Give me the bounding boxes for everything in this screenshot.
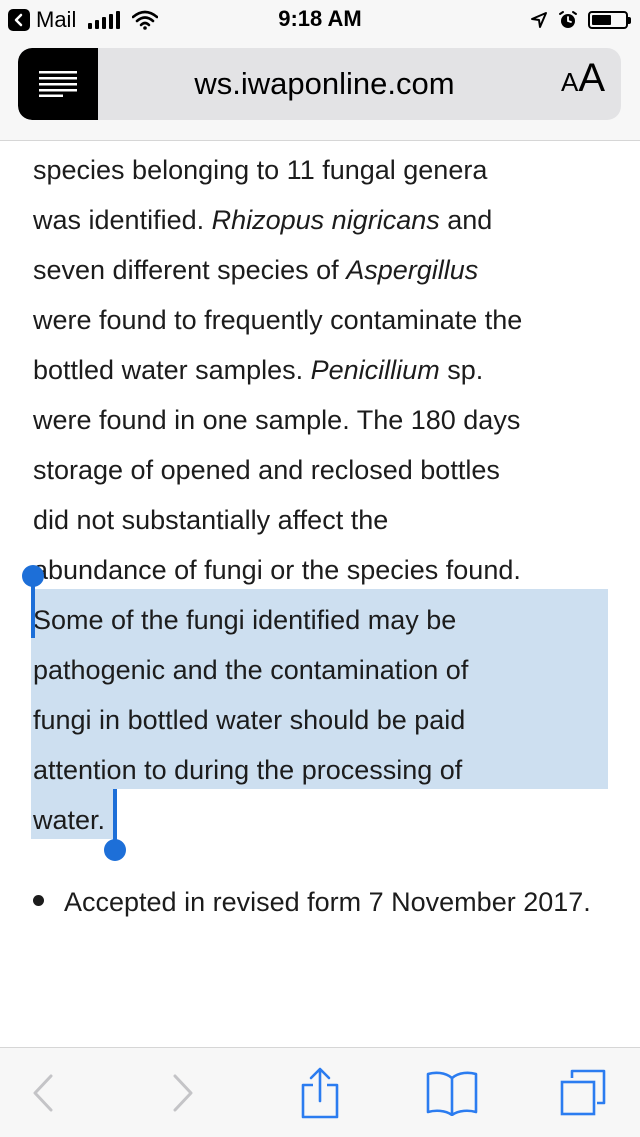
bottom-toolbar	[0, 1047, 640, 1137]
text-run: was identified.	[33, 205, 212, 235]
back-chevron-icon	[8, 9, 30, 31]
bookmarks-button[interactable]	[417, 1048, 487, 1137]
text-run: seven different species of	[33, 255, 347, 285]
text-run: abundance of fungi or the species found.	[33, 555, 521, 585]
text-run: attention to during the processing of	[33, 755, 463, 785]
forward-button[interactable]	[148, 1048, 218, 1137]
article-line: pathogenic and the contamination of	[33, 645, 613, 695]
article-line: seven different species of Aspergillus	[33, 245, 613, 295]
wifi-icon	[132, 10, 159, 30]
article-line: species belonging to 11 fungal genera	[33, 145, 613, 195]
text-run: fungi in bottled water should be paid	[33, 705, 466, 735]
article-line: were found to frequently contaminate the	[33, 295, 613, 345]
status-bar: Mail 9:18 AM	[0, 0, 640, 40]
italic-species-name: Aspergillus	[346, 255, 479, 285]
text-run: Some of the fungi identified may be	[33, 605, 457, 635]
text-run: did not substantially affect the	[33, 505, 389, 535]
article-content[interactable]: species belonging to 11 fungal genera was…	[0, 141, 640, 1046]
battery-icon	[588, 11, 631, 29]
text-run: and	[439, 205, 493, 235]
article-line: did not substantially affect the	[33, 495, 613, 545]
article-line: was identified. Rhizopus nigricans and	[33, 195, 613, 245]
text-run: were found to frequently contaminate the	[33, 305, 523, 335]
text-run: sp.	[439, 355, 484, 385]
tabs-button[interactable]	[548, 1048, 618, 1137]
back-to-app-button[interactable]: Mail	[8, 6, 159, 34]
back-button[interactable]	[8, 1048, 78, 1137]
article-line: were found in one sample. The 180 days	[33, 395, 613, 445]
bullet-dot	[33, 895, 44, 907]
text-size-small-label: A	[560, 67, 579, 97]
battery-level	[592, 15, 612, 25]
text-size-large-label: A	[578, 56, 605, 100]
text-run: pathogenic and the contamination of	[33, 655, 469, 685]
status-right-icons	[530, 8, 631, 32]
back-arrow-icon	[33, 1074, 53, 1111]
url-text[interactable]: ws.iwaponline.com	[98, 48, 551, 120]
cellular-signal-icon	[88, 11, 121, 29]
alarm-clock-icon	[558, 10, 578, 30]
bullet-text: Accepted in revised form 7 November 2017…	[64, 887, 591, 917]
article-line: storage of opened and reclosed bottles	[33, 445, 613, 495]
bookmarks-icon	[426, 1071, 478, 1116]
selection-end-handle[interactable]	[104, 839, 126, 861]
article-line: Some of the fungi identified may be	[33, 595, 613, 645]
text-run: bottled water samples.	[33, 355, 311, 385]
selection-start-handle[interactable]	[22, 565, 44, 587]
share-icon	[301, 1067, 339, 1118]
article-line: fungi in bottled water should be paid	[33, 695, 613, 745]
share-button[interactable]	[285, 1048, 355, 1137]
reader-view-button[interactable]	[18, 48, 98, 120]
text-run: were found in one sample. The 180 days	[33, 405, 521, 435]
forward-arrow-icon	[173, 1074, 193, 1111]
article-line: attention to during the processing of	[33, 745, 613, 795]
text-run: water.	[33, 805, 106, 835]
list-item: Accepted in revised form 7 November 2017…	[33, 877, 613, 927]
address-bar[interactable]: ws.iwaponline.com A A	[18, 48, 621, 120]
italic-species-name: Penicillium	[310, 355, 440, 385]
text-size-button[interactable]: A A	[561, 56, 605, 112]
text-run: species belonging to 11 fungal genera	[33, 155, 488, 185]
article-line: bottled water samples. Penicillium sp.	[33, 345, 613, 395]
reader-lines-icon	[39, 71, 77, 97]
back-app-label: Mail	[36, 7, 77, 32]
text-run: storage of opened and reclosed bottles	[33, 455, 500, 485]
location-arrow-icon	[530, 11, 548, 29]
article-line: abundance of fungi or the species found.	[33, 545, 613, 595]
tabs-icon	[560, 1069, 606, 1115]
article-paragraph: species belonging to 11 fungal genera was…	[33, 145, 613, 845]
italic-species-name: Rhizopus nigricans	[211, 205, 440, 235]
browser-chrome: Mail 9:18 AM ws.iwaponline.com A A	[0, 0, 640, 141]
article-line: water.	[33, 795, 613, 845]
